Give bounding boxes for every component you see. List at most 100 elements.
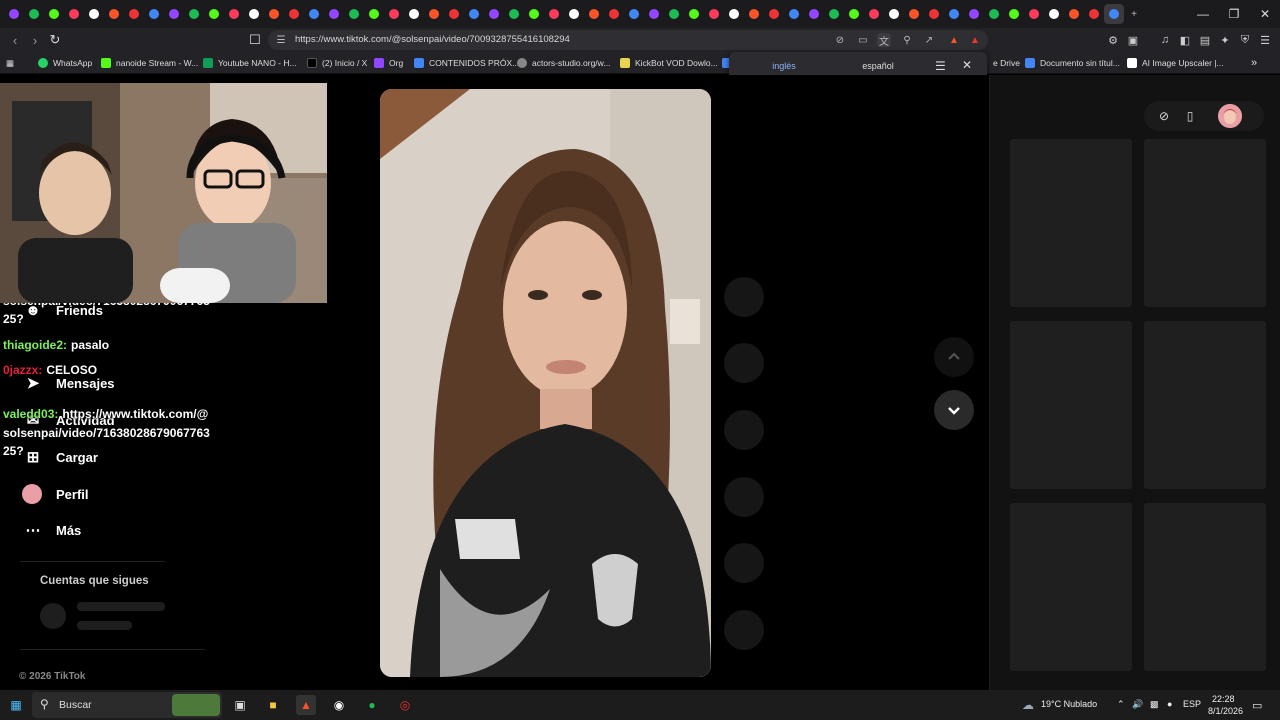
spotify-icon[interactable]: ● — [362, 695, 382, 715]
bookmark-youtube-nano[interactable]: Youtube NANO - H... — [203, 56, 297, 70]
notifications-icon[interactable]: ▭ — [1252, 699, 1262, 712]
browser-tab[interactable] — [744, 4, 764, 24]
brave-browser-icon[interactable]: ▲ — [296, 695, 316, 715]
browser-tab[interactable] — [44, 4, 64, 24]
file-explorer-icon[interactable]: ■ — [263, 695, 283, 715]
browser-tab[interactable] — [24, 4, 44, 24]
browser-tab[interactable] — [764, 4, 784, 24]
close-icon[interactable]: ✕ — [962, 58, 972, 72]
bookmark-nanoide[interactable]: nanoide Stream - W... — [101, 56, 198, 70]
share-icon[interactable]: ↗ — [922, 33, 936, 47]
browser-tab[interactable] — [464, 4, 484, 24]
save-button[interactable] — [724, 477, 764, 517]
zoom-icon[interactable]: ⚲ — [900, 33, 914, 47]
video-thumbnail[interactable] — [1144, 503, 1266, 671]
media-icon[interactable]: ♫ — [1158, 33, 1172, 47]
next-video-button[interactable] — [934, 390, 974, 430]
browser-tab[interactable] — [584, 4, 604, 24]
browser-tab[interactable] — [184, 4, 204, 24]
sidebar-item-mas[interactable]: ⋯ Más — [22, 518, 82, 542]
browser-tab[interactable] — [4, 4, 24, 24]
bookmark-kickbot[interactable]: KickBot VOD Dowlo... — [620, 56, 718, 70]
tray-expand-icon[interactable]: ⌃ — [1117, 699, 1125, 710]
browser-tab[interactable] — [664, 4, 684, 24]
video-thumbnail[interactable] — [1010, 321, 1132, 489]
back-button[interactable]: ‹ — [6, 31, 24, 49]
capcut-icon[interactable]: ◉ — [329, 695, 349, 715]
task-view-icon[interactable]: ▣ — [230, 695, 250, 715]
no-track-icon[interactable]: ⊘ — [833, 33, 847, 47]
browser-tab[interactable] — [204, 4, 224, 24]
forward-button[interactable]: › — [26, 31, 44, 49]
browser-tab[interactable] — [484, 4, 504, 24]
network-icon[interactable]: ▩ — [1150, 699, 1159, 710]
browser-tab[interactable] — [924, 4, 944, 24]
browser-tab[interactable] — [1104, 4, 1124, 24]
browser-tab[interactable] — [324, 4, 344, 24]
bookmark-whatsapp[interactable]: WhatsApp — [38, 56, 92, 70]
device-icon[interactable]: ▯ — [1182, 108, 1198, 124]
close-window-button[interactable]: ✕ — [1247, 3, 1280, 25]
previous-video-button[interactable] — [934, 337, 974, 377]
browser-tab[interactable] — [604, 4, 624, 24]
browser-tab[interactable] — [524, 4, 544, 24]
tab-source-language[interactable]: inglés — [739, 61, 829, 71]
browser-tab[interactable] — [64, 4, 84, 24]
sidebar-icon[interactable]: ◧ — [1178, 33, 1192, 47]
bookmark-x[interactable]: (2) Inicio / X — [307, 56, 367, 70]
browser-tab[interactable] — [124, 4, 144, 24]
browser-tab[interactable] — [244, 4, 264, 24]
leo-icon[interactable]: ✦ — [1218, 33, 1232, 47]
more-bookmarks-icon[interactable]: » — [1251, 56, 1257, 70]
bookmark-actors-studio[interactable]: actors-studio.org/w... — [517, 56, 610, 70]
clock-date[interactable]: 8/1/2026 — [1208, 706, 1243, 716]
bookmark-org[interactable]: Org — [374, 56, 403, 70]
video-thumbnail[interactable] — [1144, 321, 1266, 489]
browser-tab[interactable] — [1044, 4, 1064, 24]
browser-tab[interactable] — [624, 4, 644, 24]
browser-tab[interactable] — [344, 4, 364, 24]
browser-tab[interactable] — [884, 4, 904, 24]
input-language[interactable]: ESP — [1183, 699, 1201, 709]
browser-tab[interactable] — [1084, 4, 1104, 24]
wallet-icon[interactable]: ▣ — [1126, 33, 1140, 47]
apps-icon[interactable]: ▦ — [6, 56, 14, 70]
browser-tab[interactable] — [904, 4, 924, 24]
music-button[interactable] — [724, 610, 764, 650]
browser-tab[interactable] — [264, 4, 284, 24]
share-button[interactable] — [724, 543, 764, 583]
new-tab-button[interactable]: + — [1124, 4, 1144, 24]
browser-tab[interactable] — [544, 4, 564, 24]
browser-tab[interactable] — [684, 4, 704, 24]
comment-button[interactable] — [724, 410, 764, 450]
video-thumbnail[interactable] — [1010, 503, 1132, 671]
browser-tab[interactable] — [1004, 4, 1024, 24]
browser-tab[interactable] — [824, 4, 844, 24]
reload-button[interactable]: ↻ — [46, 31, 64, 49]
address-bar[interactable]: ☰ https://www.tiktok.com/@solsenpai/vide… — [268, 30, 988, 50]
coin-icon[interactable]: ⊘ — [1156, 108, 1172, 124]
browser-tab[interactable] — [564, 4, 584, 24]
browser-tab[interactable] — [1024, 4, 1044, 24]
brave-shield-icon[interactable]: ▲ — [947, 33, 961, 47]
weather-text[interactable]: 19°C Nublado — [1041, 699, 1097, 709]
clock-time[interactable]: 22:28 — [1212, 694, 1235, 704]
bookmark-icon[interactable]: ☐ — [246, 31, 264, 49]
translate-options-icon[interactable]: ☰ — [935, 59, 946, 73]
browser-tab[interactable] — [704, 4, 724, 24]
avatar-button[interactable] — [724, 277, 764, 317]
browser-tab[interactable] — [944, 4, 964, 24]
like-button[interactable] — [724, 343, 764, 383]
browser-tab[interactable] — [364, 4, 384, 24]
browser-tab[interactable] — [144, 4, 164, 24]
browser-tab[interactable] — [224, 4, 244, 24]
browser-tab[interactable] — [844, 4, 864, 24]
browser-tab[interactable] — [504, 4, 524, 24]
browser-tab[interactable] — [84, 4, 104, 24]
browser-tab[interactable] — [804, 4, 824, 24]
bookmark-contenidos[interactable]: CONTENIDOS PRÓX... — [414, 56, 519, 70]
volume-icon[interactable]: 🔊 — [1132, 699, 1143, 710]
windows-start-icon[interactable]: ▦ — [6, 695, 26, 715]
video-thumbnail[interactable] — [1010, 139, 1132, 307]
cast-icon[interactable]: ▭ — [856, 33, 870, 47]
